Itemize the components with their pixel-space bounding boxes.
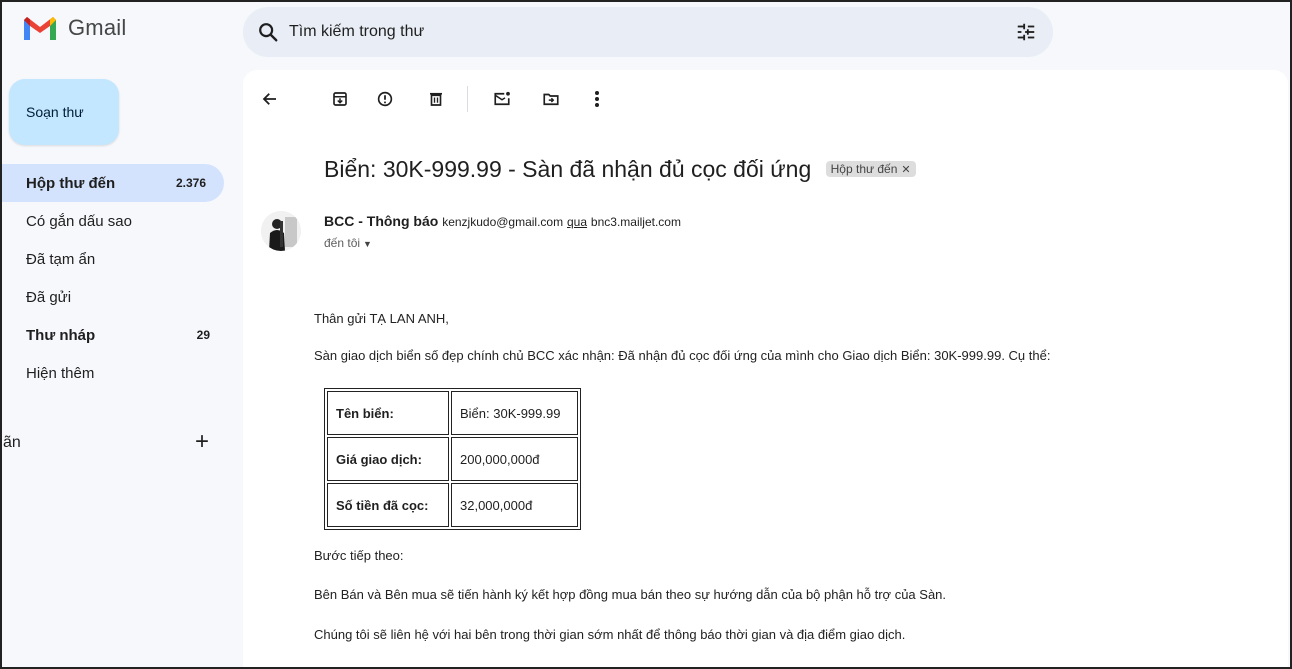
sidebar-item-label: Có gắn dấu sao bbox=[26, 212, 132, 230]
search-bar[interactable] bbox=[243, 7, 1053, 57]
message-panel: Biển: 30K-999.99 - Sàn đã nhận đủ cọc đố… bbox=[243, 70, 1288, 669]
compose-button[interactable]: Soạn thư bbox=[9, 79, 119, 145]
archive-icon[interactable] bbox=[329, 88, 351, 110]
inbox-label-chip[interactable]: Hộp thư đến ✕ bbox=[825, 161, 916, 177]
sidebar-item-sent[interactable]: Đã gửi bbox=[0, 278, 228, 316]
sidebar-item-more[interactable]: Hiện thêm bbox=[0, 354, 228, 392]
sidebar-item-label: Hiện thêm bbox=[26, 364, 95, 382]
gmail-m-icon bbox=[24, 17, 56, 40]
sidebar-item-label: Thư nháp bbox=[26, 326, 96, 344]
intro-text: Sàn giao dịch biển số đẹp chính chủ BCC … bbox=[314, 348, 1051, 363]
sender-avatar[interactable] bbox=[261, 211, 301, 251]
next-step-1: Bên Bán và Bên mua sẽ tiến hành ký kết h… bbox=[314, 587, 947, 602]
search-icon[interactable] bbox=[257, 21, 279, 43]
labels-section: ãn + bbox=[0, 428, 228, 458]
table-value: 200,000,000đ bbox=[451, 437, 578, 481]
subject-text: Biển: 30K-999.99 - Sàn đã nhận đủ cọc đố… bbox=[324, 156, 812, 182]
message-toolbar bbox=[243, 84, 1288, 114]
gmail-logo[interactable]: Gmail bbox=[22, 14, 126, 42]
recipient-text: đến tôi bbox=[324, 236, 361, 250]
recipient-toggle[interactable]: đến tôi ▼ bbox=[324, 236, 372, 250]
search-options-icon[interactable] bbox=[1015, 21, 1037, 43]
sender-email: kenzjkudo@gmail.com bbox=[442, 215, 564, 229]
sidebar-item-starred[interactable]: Có gắn dấu sao bbox=[0, 202, 228, 240]
report-spam-icon[interactable] bbox=[374, 88, 396, 110]
caret-down-icon: ▼ bbox=[363, 239, 372, 249]
remove-label-icon[interactable]: ✕ bbox=[901, 164, 910, 176]
labels-heading: ãn bbox=[3, 434, 21, 451]
search-input[interactable] bbox=[289, 19, 989, 45]
more-vert-icon[interactable] bbox=[586, 88, 608, 110]
back-arrow-icon[interactable] bbox=[259, 88, 281, 110]
sidebar-item-inbox[interactable]: Hộp thư đến 2.376 bbox=[0, 164, 224, 202]
delete-icon[interactable] bbox=[425, 88, 447, 110]
move-to-icon[interactable] bbox=[540, 88, 562, 110]
toolbar-divider bbox=[467, 86, 468, 112]
sender-name: BCC - Thông báo bbox=[324, 213, 439, 229]
table-value: 32,000,000đ bbox=[451, 483, 578, 527]
transaction-table: Tên biển: Biển: 30K-999.99 Giá giao dịch… bbox=[324, 388, 581, 530]
next-step-heading: Bước tiếp theo: bbox=[314, 548, 404, 563]
table-key: Tên biển: bbox=[327, 391, 449, 435]
sidebar-item-label: Hộp thư đến bbox=[26, 174, 116, 192]
email-subject: Biển: 30K-999.99 - Sàn đã nhận đủ cọc đố… bbox=[324, 156, 916, 183]
drafts-count: 29 bbox=[196, 328, 210, 342]
greeting: Thân gửi TẠ LAN ANH, bbox=[314, 311, 449, 326]
add-label-icon[interactable]: + bbox=[195, 428, 209, 456]
via-host: bnc3.mailjet.com bbox=[590, 215, 681, 229]
table-key: Số tiền đã cọc: bbox=[327, 483, 449, 527]
sidebar-item-label: Đã gửi bbox=[26, 288, 72, 306]
table-row: Tên biển: Biển: 30K-999.99 bbox=[327, 391, 578, 435]
table-value: Biển: 30K-999.99 bbox=[451, 391, 578, 435]
unread-count: 2.376 bbox=[175, 176, 206, 190]
sender-line: BCC - Thông báo kenzjkudo@gmail.com qua … bbox=[324, 213, 681, 229]
app-name: Gmail bbox=[68, 15, 127, 40]
via-link[interactable]: qua bbox=[567, 215, 587, 229]
sidebar-item-label: Đã tạm ẩn bbox=[26, 250, 96, 268]
table-key: Giá giao dịch: bbox=[327, 437, 449, 481]
sidebar-item-snoozed[interactable]: Đã tạm ẩn bbox=[0, 240, 228, 278]
sidebar-nav: Hộp thư đến 2.376 Có gắn dấu sao Đã tạm … bbox=[0, 164, 228, 392]
table-row: Số tiền đã cọc: 32,000,000đ bbox=[327, 483, 578, 527]
sidebar-item-drafts[interactable]: Thư nháp 29 bbox=[0, 316, 228, 354]
table-row: Giá giao dịch: 200,000,000đ bbox=[327, 437, 578, 481]
label-chip-text: Hộp thư đến bbox=[830, 162, 898, 176]
next-step-2: Chúng tôi sẽ liên hệ với hai bên trong t… bbox=[314, 627, 906, 642]
mark-unread-icon[interactable] bbox=[491, 88, 513, 110]
